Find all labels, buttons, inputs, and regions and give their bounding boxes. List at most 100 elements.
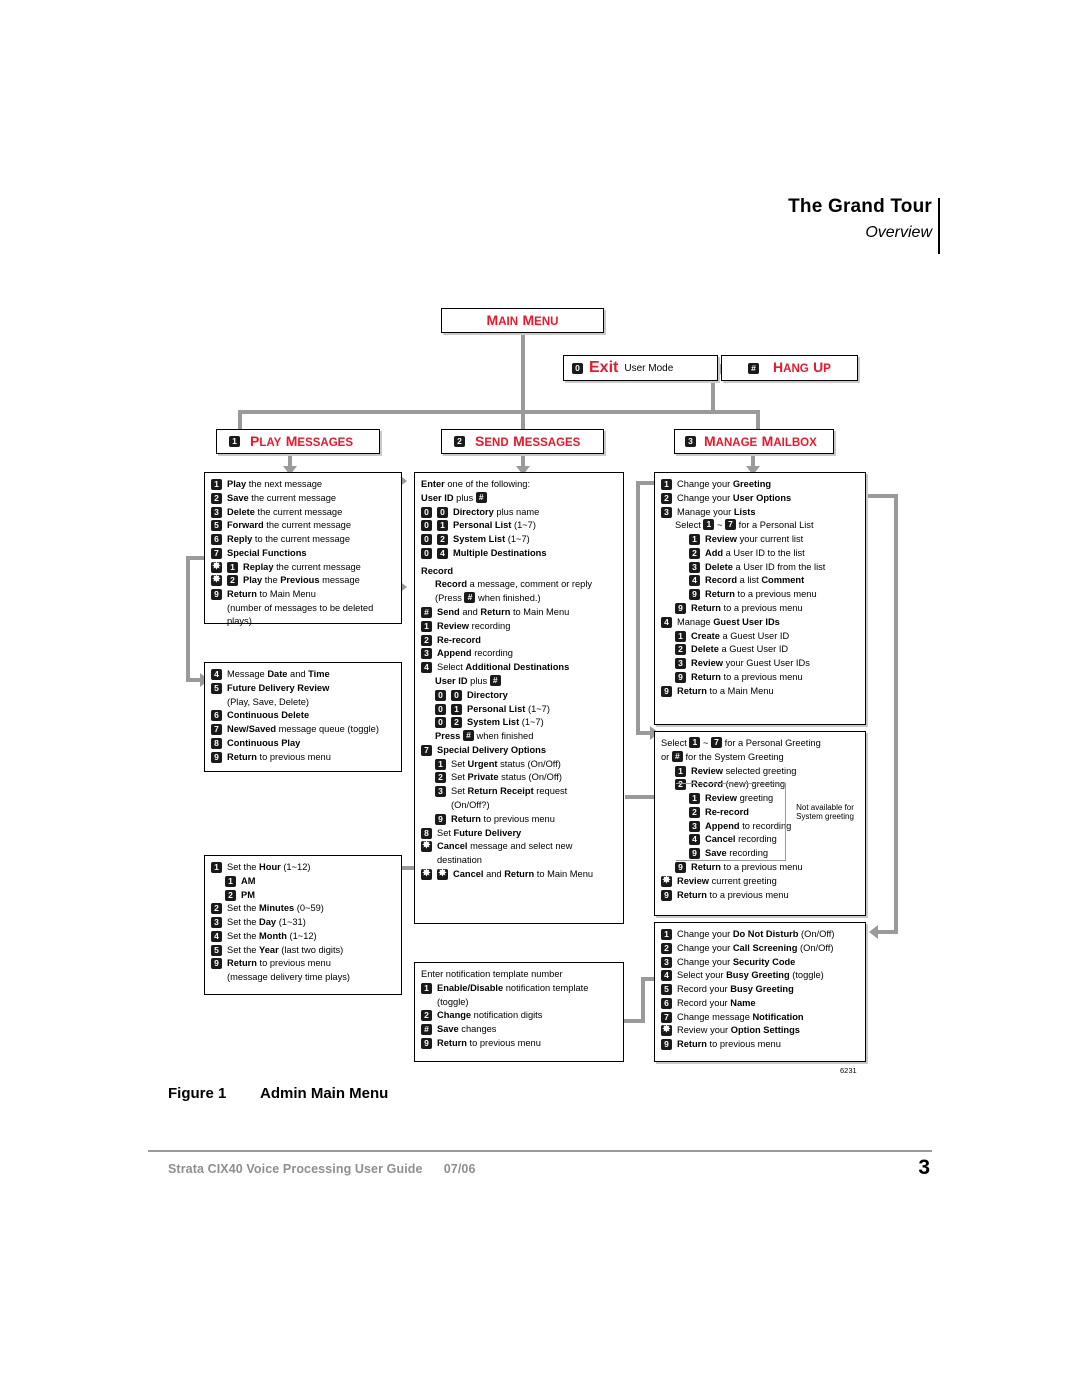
- figure-caption: Figure 1 Admin Main Menu: [168, 1085, 388, 1102]
- mailbox-guest-sub-row[interactable]: 2 Delete a Guest User ID: [661, 643, 859, 656]
- send-destination-row[interactable]: 0 0 Directory plus name: [421, 506, 617, 519]
- mailbox-guest-sub-row[interactable]: 9 Return to a previous menu: [661, 671, 859, 684]
- key-3: 3: [211, 506, 222, 518]
- send-sdo-row[interactable]: (On/Off?): [421, 799, 617, 812]
- play-menu-row[interactable]: 2 Save the current message: [211, 492, 395, 505]
- send-tail-row[interactable]: ✸ ✸ Cancel and Return to Main Menu: [421, 868, 617, 881]
- notify-row[interactable]: (toggle): [421, 996, 617, 1009]
- mailbox-row[interactable]: 1 Change your Greeting: [661, 478, 859, 491]
- options-row[interactable]: 4 Select your Busy Greeting (toggle): [661, 969, 859, 982]
- node-play-messages[interactable]: 1 PLAY MESSAGES: [216, 429, 380, 454]
- time-row[interactable]: 4 Set the Month (1~12): [211, 930, 395, 943]
- options-row[interactable]: 6 Record your Name: [661, 997, 859, 1010]
- node-exit[interactable]: 0 Exit User Mode: [563, 355, 718, 381]
- menu-row-text: Create a Guest User ID: [691, 630, 790, 641]
- mailbox-final-row[interactable]: 9 Return to a Main Menu: [661, 685, 859, 698]
- notify-row[interactable]: 9 Return to previous menu: [421, 1037, 617, 1050]
- notify-row[interactable]: 2 Change notification digits: [421, 1009, 617, 1022]
- options-row[interactable]: 7 Change message Notification: [661, 1011, 859, 1024]
- options-row[interactable]: 3 Change your Security Code: [661, 956, 859, 969]
- play-menu-row[interactable]: 5 Forward the current message: [211, 519, 395, 532]
- options-row[interactable]: 5 Record your Busy Greeting: [661, 983, 859, 996]
- mailbox-guest-sub-row[interactable]: 3 Review your Guest User IDs: [661, 657, 859, 670]
- send-record-desc: Record a message, comment or reply: [435, 579, 593, 590]
- mailbox-guest-row[interactable]: 4 Manage Guest User IDs: [661, 616, 859, 629]
- play-special-row[interactable]: 7 New/Saved message queue (toggle): [211, 723, 395, 736]
- node-play-messages-label: PLAY MESSAGES: [250, 432, 354, 449]
- send-destination2-row[interactable]: 0 1 Personal List (1~7): [421, 703, 617, 716]
- node-hang-up[interactable]: # HANG UP: [721, 355, 858, 381]
- menu-row-text: Replay the current message: [243, 561, 361, 572]
- play-special-row[interactable]: 9 Return to previous menu: [211, 751, 395, 764]
- greeting-after-row[interactable]: ✸ Review current greeting: [661, 875, 859, 888]
- mailbox-return-row[interactable]: 9 Return to a previous menu: [661, 602, 859, 615]
- send-destination-row[interactable]: 0 4 Multiple Destinations: [421, 547, 617, 560]
- time-row[interactable]: 2 Set the Minutes (0~59): [211, 902, 395, 915]
- time-row[interactable]: 9 Return to previous menu: [211, 957, 395, 970]
- play-menu-row[interactable]: 7 Special Functions: [211, 547, 395, 560]
- greeting-after-row[interactable]: 9 Return to a previous menu: [661, 889, 859, 902]
- play-special-row[interactable]: 6 Continuous Delete: [211, 709, 395, 722]
- play-menu-row[interactable]: ✸ 2 Play the Previous message: [211, 574, 395, 587]
- greeting-after-row[interactable]: 9 Return to a previous menu: [661, 861, 859, 874]
- options-row[interactable]: ✸ Review your Option Settings: [661, 1024, 859, 1037]
- key-5: 5: [211, 682, 222, 694]
- send-sdo-row[interactable]: 2 Set Private status (On/Off): [421, 771, 617, 784]
- play-menu-row[interactable]: ✸ 1 Replay the current message: [211, 561, 395, 574]
- play-special-row[interactable]: 5 Future Delivery Review: [211, 682, 395, 695]
- mailbox-list-row[interactable]: 3 Delete a User ID from the list: [661, 561, 859, 574]
- send-destination-row[interactable]: 0 2 System List (1~7): [421, 533, 617, 546]
- time-row[interactable]: 1 Set the Hour (1~12): [211, 861, 395, 874]
- mailbox-row[interactable]: 2 Change your User Options: [661, 492, 859, 505]
- key-3: 3: [675, 658, 686, 670]
- menu-row-text: Change your Greeting: [677, 479, 772, 489]
- notify-row[interactable]: # Save changes: [421, 1023, 617, 1036]
- send-tail-row[interactable]: destination: [421, 854, 617, 867]
- time-row[interactable]: 2 PM: [211, 889, 395, 902]
- send-messages-key: 2: [454, 436, 465, 447]
- mailbox-guest-sub-row[interactable]: 1 Create a Guest User ID: [661, 630, 859, 643]
- node-main-menu[interactable]: MAIN MENU: [441, 308, 604, 333]
- mailbox-row[interactable]: 3 Manage your Lists: [661, 506, 859, 519]
- key-9: 9: [661, 1039, 672, 1051]
- options-row[interactable]: 1 Change your Do Not Disturb (On/Off): [661, 928, 859, 941]
- play-menu-row[interactable]: 1 Play the next message: [211, 478, 395, 491]
- send-menu-row[interactable]: 3 Append recording: [421, 647, 617, 660]
- send-special-delivery-row[interactable]: 7 Special Delivery Options: [421, 744, 617, 757]
- send-destination2-row[interactable]: 0 2 System List (1~7): [421, 716, 617, 729]
- send-destination-row[interactable]: 0 1 Personal List (1~7): [421, 519, 617, 532]
- play-menu-row[interactable]: 6 Reply to the current message: [211, 533, 395, 546]
- menu-row-text: Return to previous menu: [227, 751, 331, 762]
- play-menu-row[interactable]: 3 Delete the current message: [211, 506, 395, 519]
- menu-row-text: Manage Guest User IDs: [677, 616, 780, 627]
- notify-row[interactable]: 1 Enable/Disable notification template: [421, 982, 617, 995]
- play-special-row[interactable]: 8 Continuous Play: [211, 737, 395, 750]
- send-menu-row[interactable]: 4 Select Additional Destinations: [421, 661, 617, 674]
- play-special-row[interactable]: 4 Message Date and Time: [211, 668, 395, 681]
- options-row[interactable]: 2 Change your Call Screening (On/Off): [661, 942, 859, 955]
- node-manage-mailbox[interactable]: 3 MANAGE MAILBOX: [674, 429, 834, 454]
- send-menu-row[interactable]: # Send and Return to Main Menu: [421, 606, 617, 619]
- time-row[interactable]: 3 Set the Day (1~31): [211, 916, 395, 929]
- send-destination2-row[interactable]: 0 0 Directory: [421, 689, 617, 702]
- mailbox-list-row[interactable]: 2 Add a User ID to the list: [661, 547, 859, 560]
- time-row[interactable]: 1 AM: [211, 875, 395, 888]
- send-menu-row[interactable]: 1 Review recording: [421, 620, 617, 633]
- send-menu-row[interactable]: 2 Re-record: [421, 634, 617, 647]
- send-sdo-row[interactable]: 3 Set Return Receipt request: [421, 785, 617, 798]
- menu-row-text: Manage your Lists: [677, 506, 756, 517]
- greeting-row[interactable]: 1 Review selected greeting: [661, 765, 859, 778]
- node-send-messages[interactable]: 2 SEND MESSAGES: [441, 429, 604, 454]
- mailbox-list-row[interactable]: 4 Record a list Comment: [661, 574, 859, 587]
- mailbox-list-row[interactable]: 1 Review your current list: [661, 533, 859, 546]
- send-sdo-row[interactable]: 1 Set Urgent status (On/Off): [421, 758, 617, 771]
- send-tail-row[interactable]: 8 Set Future Delivery: [421, 827, 617, 840]
- play-menu-row[interactable]: 9 Return to Main Menu: [211, 588, 395, 601]
- send-sdo-row[interactable]: 9 Return to previous menu: [421, 813, 617, 826]
- time-row[interactable]: 5 Set the Year (last two digits): [211, 944, 395, 957]
- mailbox-list-row[interactable]: 9 Return to a previous menu: [661, 588, 859, 601]
- key-4: 4: [661, 970, 672, 982]
- send-tail-row[interactable]: ✸ Cancel message and select new: [421, 840, 617, 853]
- options-row[interactable]: 9 Return to previous menu: [661, 1038, 859, 1051]
- play-special-row[interactable]: (Play, Save, Delete): [211, 696, 395, 709]
